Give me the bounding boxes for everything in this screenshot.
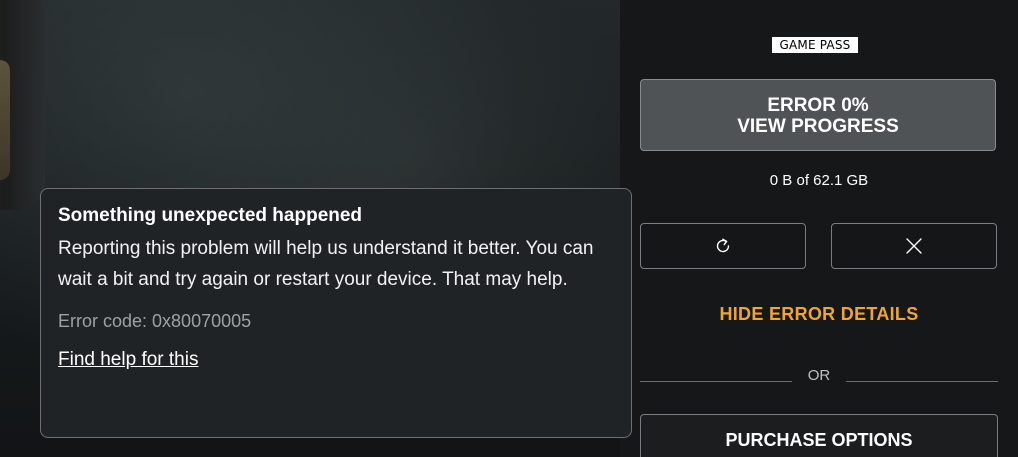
dialog-message: Reporting this problem will help us unde… [58, 238, 594, 290]
store-page: GAME PASS ERROR 0% VIEW PROGRESS 0 B of … [0, 0, 1018, 457]
close-icon [906, 238, 922, 254]
or-label: OR [807, 367, 831, 384]
error-status-label: ERROR 0% [767, 95, 869, 116]
retry-icon [716, 238, 730, 253]
separator-line-right [846, 381, 998, 382]
view-progress-button[interactable]: ERROR 0% VIEW PROGRESS [640, 79, 996, 151]
character-art-accent [0, 60, 10, 180]
cancel-install-button[interactable] [831, 223, 997, 269]
dialog-title: Something unexpected happened [58, 205, 363, 226]
game-pass-badge: GAME PASS [772, 37, 858, 53]
or-separator: OR [640, 366, 998, 386]
retry-button[interactable] [640, 223, 806, 269]
find-help-link[interactable]: Find help for this [58, 349, 198, 371]
view-progress-label: VIEW PROGRESS [737, 116, 899, 137]
hide-error-details-link[interactable]: HIDE ERROR DETAILS [640, 304, 998, 325]
error-code-text: Error code: 0x80070005 [58, 311, 252, 331]
error-dialog: Something unexpected happened Reporting … [40, 188, 632, 438]
purchase-options-button[interactable]: PURCHASE OPTIONS [640, 414, 998, 457]
download-progress-text: 0 B of 62.1 GB [769, 172, 869, 189]
